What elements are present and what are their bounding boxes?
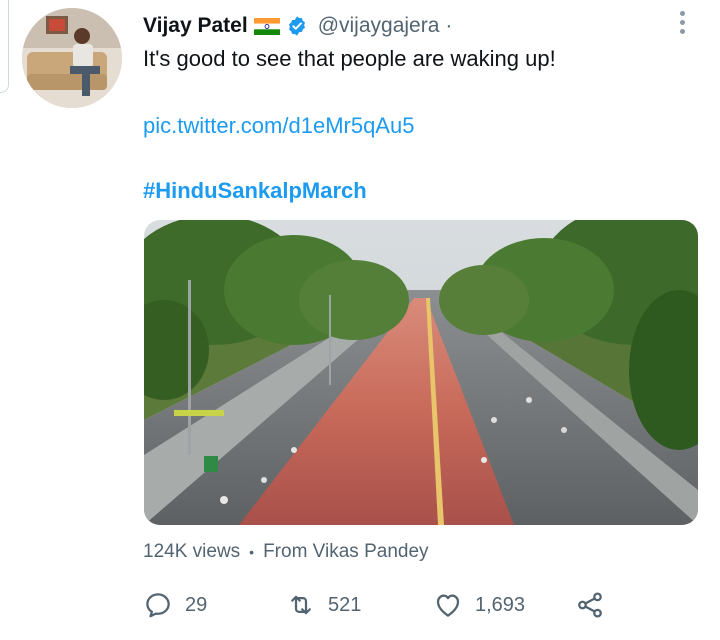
retweet-icon	[291, 595, 311, 615]
heart-icon	[436, 594, 460, 617]
reply-button[interactable]: 29	[143, 588, 207, 622]
reply-count: 29	[185, 593, 208, 616]
india-flag-icon	[253, 17, 280, 35]
retweet-count: 521	[328, 593, 362, 616]
thread-connector	[0, 0, 9, 93]
reply-icon	[146, 593, 170, 618]
avatar[interactable]	[22, 8, 122, 108]
media-source[interactable]: From Vikas Pandey	[263, 541, 428, 563]
user-handle[interactable]: @vijaygajera	[318, 14, 440, 38]
action-bar: 29 521 1,693	[143, 588, 613, 622]
video-thumbnail	[144, 220, 698, 525]
like-count: 1,693	[475, 593, 526, 616]
tweet-link[interactable]: pic.twitter.com/d1eMr5qAu5	[143, 113, 414, 139]
more-options-icon[interactable]	[676, 8, 688, 36]
avatar-image	[22, 8, 122, 108]
retweet-button[interactable]: 521	[286, 588, 361, 622]
share-icon	[578, 592, 602, 618]
view-count: 124K views	[143, 541, 241, 562]
tweet-header: Vijay Patel @vijaygajera ·	[143, 12, 452, 40]
display-name[interactable]: Vijay Patel	[143, 14, 248, 38]
tweet-hashtag[interactable]: #HinduSankalpMarch	[143, 178, 367, 204]
meta-separator: •	[249, 544, 255, 560]
tweet-text: It's good to see that people are waking …	[143, 46, 556, 71]
media-meta: 124K views • From Vikas Pandey	[143, 541, 429, 563]
header-separator: ·	[445, 14, 453, 37]
like-button[interactable]: 1,693	[433, 588, 525, 622]
verified-badge-icon	[288, 16, 305, 36]
share-button[interactable]	[575, 588, 605, 622]
video-media[interactable]	[144, 220, 698, 525]
